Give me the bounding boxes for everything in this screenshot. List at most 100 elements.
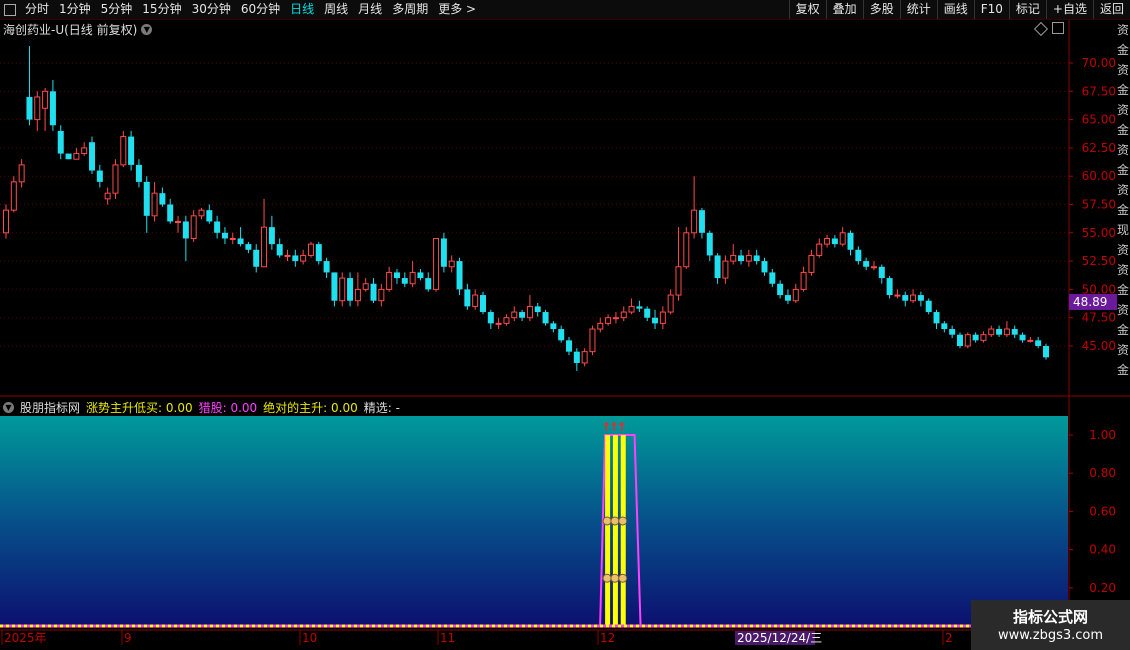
coin-icon <box>602 573 612 583</box>
coin-icon <box>618 516 628 526</box>
candle-body-down <box>878 266 885 279</box>
candle-body-down <box>456 261 463 290</box>
candle-body-up <box>495 322 502 325</box>
candle-body-down <box>1011 329 1018 335</box>
candle-body-up <box>910 294 917 302</box>
price-label: 62.50 <box>1082 141 1116 155</box>
candle-body-down <box>847 232 854 250</box>
candle-body-down <box>753 255 760 262</box>
candle-body-down <box>941 323 948 330</box>
candle-body-down <box>558 329 565 341</box>
candle-body-up <box>151 192 158 217</box>
candle-body-down <box>159 193 166 205</box>
candle-body-up <box>816 243 823 256</box>
candle-body-down <box>996 329 1003 335</box>
candle-body-down <box>268 227 275 245</box>
candle-body-up <box>261 226 268 268</box>
time-label: 10 <box>302 631 317 645</box>
candle-body-down <box>292 255 299 262</box>
candle-body-up <box>620 311 627 319</box>
coin-icon <box>618 573 628 583</box>
candle-body-down <box>956 334 963 346</box>
candle-body-up <box>1003 328 1010 336</box>
candle-body-up <box>675 266 682 296</box>
indicator-title: ▼ 股朋指标网 涨势主升低买: 0.00 猎股: 0.00 绝对的主升: 0.0… <box>3 399 400 416</box>
coin-icon <box>610 573 620 583</box>
candle-body-up <box>605 317 612 324</box>
candle-body-down <box>855 249 862 262</box>
chevron-down-icon[interactable]: ▼ <box>3 402 14 413</box>
time-label: 9 <box>124 631 132 645</box>
candle-body-up <box>722 260 729 279</box>
candle-body-down <box>972 334 979 341</box>
candle-body-down <box>566 340 573 352</box>
candle-body-down <box>714 255 721 279</box>
candle-body-up <box>42 90 49 109</box>
candle-body-down <box>1019 334 1026 341</box>
candle-body-up <box>73 153 80 160</box>
candle-body-down <box>214 221 221 233</box>
candle-body-down <box>917 295 924 301</box>
candle-body-down <box>276 244 283 256</box>
price-label: 45.00 <box>1082 339 1116 353</box>
coin-icon <box>610 516 620 526</box>
candle-body-down <box>636 306 643 309</box>
candle-body-down <box>96 170 103 182</box>
candle-body-up <box>386 271 393 290</box>
candle-body-down <box>167 204 174 222</box>
indicator-y-label: 0.20 <box>1089 581 1116 595</box>
candle-body-down <box>65 153 72 160</box>
candle-body-up <box>730 254 737 262</box>
candle-body-up <box>112 164 119 194</box>
candle-body-up <box>307 243 314 256</box>
candle-body-up <box>628 305 635 313</box>
candle-body-down <box>738 255 745 262</box>
price-label: 57.50 <box>1082 198 1116 212</box>
candle-body-up <box>433 237 440 290</box>
candle-body-up <box>1027 339 1034 342</box>
candle-body-down <box>1035 340 1042 346</box>
candle-body-down <box>542 312 549 324</box>
date-highlight-label: 2025/12/24/三 <box>737 631 822 645</box>
candle-body-up <box>589 328 596 353</box>
candle-body-up <box>104 192 111 200</box>
candle-body-down <box>464 289 471 307</box>
candle-body-down <box>315 244 322 262</box>
indicator-background <box>0 416 1068 626</box>
candle-body-down <box>206 210 213 222</box>
candle-body-up <box>526 305 533 319</box>
candle-body-up <box>683 232 690 268</box>
price-label: 70.00 <box>1082 56 1116 70</box>
signal-bar-yellow <box>620 435 626 626</box>
candle-body-down <box>573 351 580 363</box>
candle-body-down <box>26 96 33 120</box>
candle-body-down <box>49 91 56 126</box>
candle-body-up <box>667 294 674 313</box>
candle-body-up <box>894 294 901 297</box>
candle-body-down <box>143 181 150 216</box>
candle-body-up <box>300 254 307 262</box>
chart-canvas[interactable]: 70.00 67.50 65.00 62.50 60.00 57.50 55.00 52.50… <box>0 0 1130 650</box>
candle-body-down <box>182 221 189 239</box>
candle-body-up <box>980 334 987 341</box>
candle-body-up <box>870 266 877 269</box>
candle-body-up <box>120 136 127 166</box>
price-label: 60.00 <box>1082 169 1116 183</box>
candle-body-down <box>761 261 768 273</box>
candle-body-up <box>3 209 9 234</box>
candle-body-down <box>253 249 260 267</box>
candle-body-down <box>417 272 424 279</box>
indicator-y-label: 0.60 <box>1089 504 1116 518</box>
candle-body-up <box>448 260 455 268</box>
candle-body-down <box>534 306 541 313</box>
candle-body-down <box>886 278 893 296</box>
candle-body-down <box>949 329 956 335</box>
arrow-up-icon: ↑ <box>617 420 627 434</box>
candle-body-down <box>323 261 330 273</box>
candle-body-up <box>597 322 604 330</box>
price-label: 47.50 <box>1082 311 1116 325</box>
candle-body-down <box>487 312 494 324</box>
candle-body-up <box>18 164 25 183</box>
watermark-url: www.zbgs3.com <box>997 628 1104 643</box>
candle-body-up <box>612 317 619 320</box>
